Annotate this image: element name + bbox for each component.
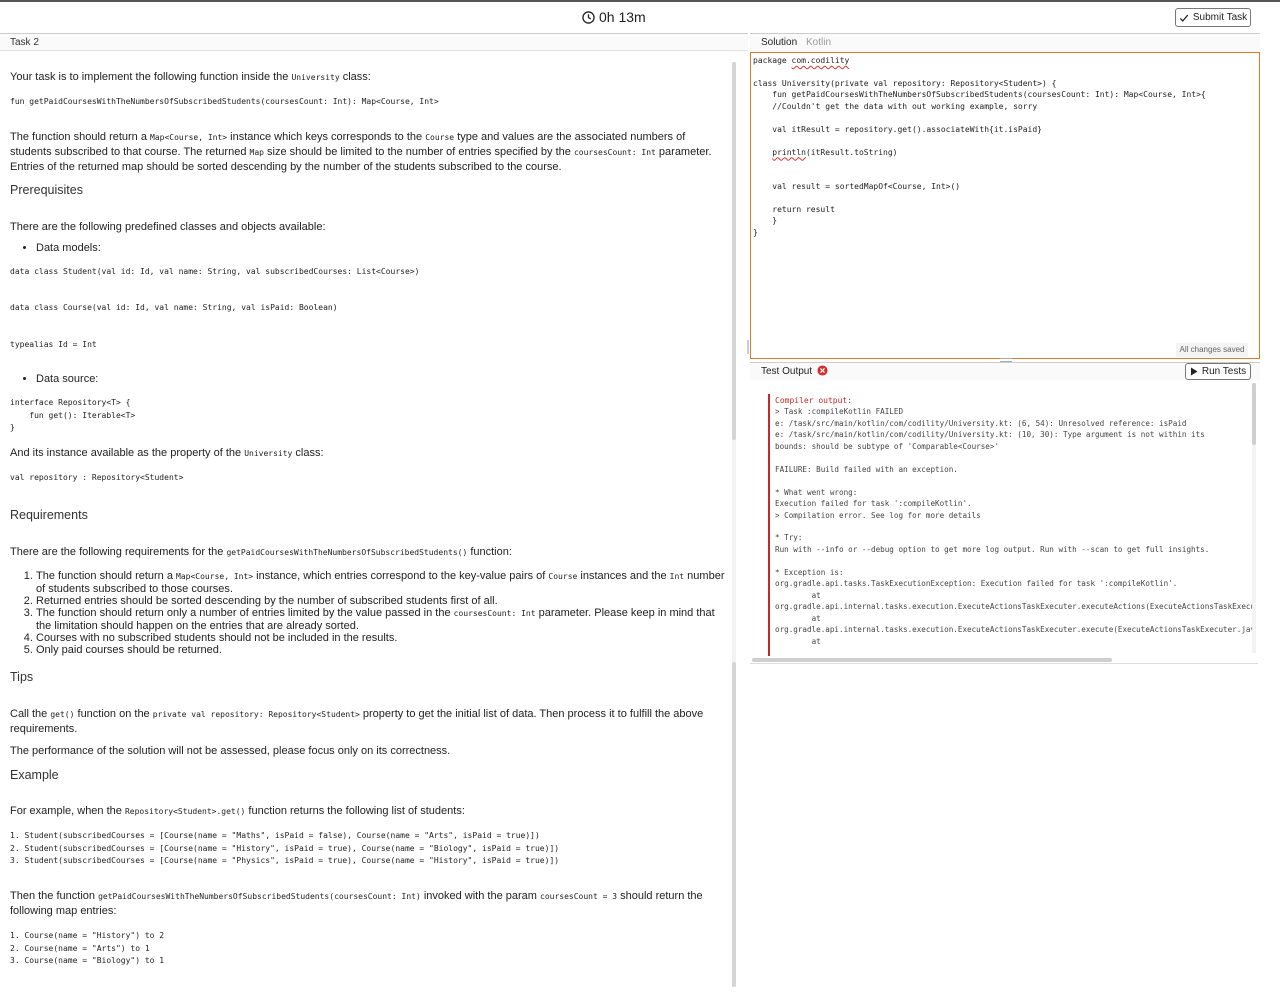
compiler-output-body: > Task :compileKotlin FAILED e: /task/sr…	[775, 407, 1256, 646]
submit-task-button[interactable]: Submit Task	[1175, 8, 1251, 27]
clock-icon	[582, 10, 595, 24]
example-heading: Example	[10, 768, 59, 782]
requirements-text: There are the following requirements for…	[10, 546, 512, 558]
run-tests-button[interactable]: Run Tests	[1185, 363, 1251, 380]
course-class-code: data class Course(val id: Id, val name: …	[10, 303, 338, 312]
students-list-code: 1. Student(subscribedCourses = [Course(n…	[10, 831, 560, 865]
student-class-code: data class Student(val id: Id, val name:…	[10, 267, 420, 276]
intro-text: Your task is to implement the following …	[10, 71, 371, 83]
task-header: Task 2	[0, 33, 748, 51]
editor-tabs: Solution Kotlin	[750, 33, 1260, 52]
instance-text: And its instance available as the proper…	[10, 447, 324, 459]
play-icon	[1190, 367, 1198, 376]
repository-property-code: val repository : Repository<Student>	[10, 473, 184, 482]
check-icon	[1179, 14, 1189, 22]
function-signature: fun getPaidCoursesWithTheNumbersOfSubscr…	[10, 97, 439, 106]
requirement-item: Courses with no subscribed students shou…	[36, 632, 728, 644]
test-output-title: Test Output	[761, 366, 813, 377]
timer: 0h 13m	[582, 9, 646, 25]
result-list-code: 1. Course(name = "History") to 2 2. Cour…	[10, 931, 165, 965]
requirement-item: The function should return only a number…	[36, 607, 728, 632]
task-scrollbar-thumb-lower[interactable]	[732, 662, 736, 987]
language-selector[interactable]: Kotlin	[806, 37, 831, 48]
requirements-heading: Requirements	[10, 508, 88, 522]
example-text: For example, when the Repository<Student…	[10, 805, 465, 817]
output-scrollbar-thumb[interactable]	[1252, 383, 1256, 445]
compiler-output-box: Compiler output: > Task :compileKotlin F…	[768, 394, 1256, 656]
prerequisites-text: There are the following predefined class…	[10, 221, 326, 233]
tips-heading: Tips	[10, 670, 34, 684]
task-scrollbar-thumb[interactable]	[732, 62, 736, 440]
then-text: Then the function getPaidCoursesWithTheN…	[10, 890, 703, 917]
top-bar: 0h 13m Submit Task	[0, 0, 1280, 33]
test-output-header: Test Output Run Tests	[750, 362, 1260, 380]
error-icon	[817, 365, 828, 376]
code-editor[interactable]: package com.codility class University(pr…	[750, 52, 1260, 359]
compiler-output-heading: Compiler output:	[775, 396, 853, 405]
tab-solution[interactable]: Solution	[761, 37, 797, 48]
requirement-item: Returned entries should be sorted descen…	[36, 595, 728, 607]
panel-resize-handle[interactable]	[747, 340, 749, 354]
repository-interface-code: interface Repository<T> { fun get(): Ite…	[10, 398, 136, 432]
requirement-item: The function should return a Map<Course,…	[36, 570, 728, 595]
save-status: All changes saved	[1176, 343, 1248, 357]
output-horizontal-scrollbar[interactable]	[752, 658, 1112, 662]
data-source-list: Data source:	[36, 373, 98, 385]
requirement-item: Only paid courses should be returned.	[36, 644, 728, 656]
performance-note: The performance of the solution will not…	[10, 745, 451, 757]
requirements-list: The function should return a Map<Course,…	[36, 570, 728, 656]
tips-text: Call the get() function on the private v…	[10, 708, 704, 735]
data-source-item: Data source:	[36, 373, 98, 385]
run-tests-label: Run Tests	[1201, 366, 1247, 377]
package-name: com.codility	[791, 56, 850, 65]
println-call: println	[772, 147, 806, 157]
prerequisites-heading: Prerequisites	[10, 183, 83, 197]
timer-label: 0h 13m	[599, 9, 646, 25]
typealias-code: typealias Id = Int	[10, 340, 97, 349]
function-description: The function should return a Map<Course,…	[10, 131, 712, 173]
solution-code[interactable]: package com.codility class University(pr…	[753, 55, 1206, 238]
submit-task-label: Submit Task	[1192, 12, 1248, 23]
compiler-output: Compiler output: > Task :compileKotlin F…	[775, 395, 1256, 647]
test-output-panel: Compiler output: > Task :compileKotlin F…	[750, 381, 1258, 664]
data-models-item: Data models:	[36, 242, 101, 254]
data-models-list: Data models:	[36, 242, 101, 254]
